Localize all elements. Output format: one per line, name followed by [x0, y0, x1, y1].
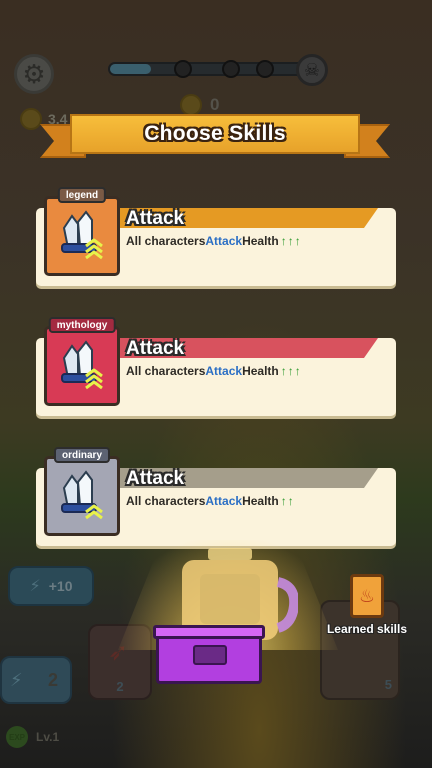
desc-prefix: All characters	[126, 364, 206, 378]
skill-icon-frame: mythology	[44, 317, 120, 406]
up-arrows: ↑↑↑	[280, 234, 302, 248]
coin-icon	[20, 108, 42, 130]
exp-badge: EXP	[6, 726, 28, 748]
page-title: Choose Skills	[144, 122, 286, 145]
top-coin-counter: 0	[180, 94, 219, 116]
gear-icon: ⚙	[22, 58, 46, 89]
player-level: EXP Lv.1	[6, 726, 59, 748]
desc-suffix: Health	[242, 234, 279, 248]
skill-icon-frame: legend	[44, 187, 120, 276]
rarity-tag: mythology	[48, 317, 116, 333]
banner-body: Choose Skills	[70, 114, 360, 154]
desc-keyword: Attack	[205, 494, 243, 508]
crystal-sword-icon	[61, 210, 103, 260]
rarity-tag: ordinary	[53, 447, 111, 463]
rocket-card-count: 2	[116, 679, 124, 694]
wave-progress-fill	[110, 64, 152, 74]
skill-description: All charactersAttackHealth ↑↑↑	[126, 364, 302, 378]
up-arrows: ↑↑	[280, 494, 295, 508]
rarity-tag: legend	[57, 187, 107, 203]
desc-suffix: Health	[242, 364, 279, 378]
learned-skills-label: Learned skills	[326, 622, 408, 636]
choose-skills-banner: Choose Skills	[40, 114, 390, 160]
energy-bonus-label: +10	[48, 578, 73, 594]
skill-chest[interactable]	[153, 625, 265, 684]
skill-card[interactable]: mythology Attack All charactersAttackHea…	[36, 317, 396, 416]
skill-description: All charactersAttackHealth ↑↑↑	[126, 234, 302, 248]
desc-prefix: All characters	[126, 234, 206, 248]
skill-card[interactable]: ordinary Attack All charactersAttackHeal…	[36, 447, 396, 546]
level-label: Lv.1	[36, 730, 60, 744]
skill-card[interactable]: legend Attack All charactersAttackHealth…	[36, 187, 396, 286]
lightning-icon: ⚡	[10, 669, 23, 690]
skill-description: All charactersAttackHealth ↑↑	[126, 494, 295, 508]
desc-suffix: Health	[242, 494, 279, 508]
desc-keyword: Attack	[205, 234, 243, 248]
skill-icon-frame: ordinary	[44, 447, 120, 536]
wave-marker	[174, 60, 192, 78]
chest-lid	[153, 625, 265, 639]
wave-marker	[256, 60, 274, 78]
right-card-count: 5	[384, 677, 392, 692]
skill-name: Attack	[126, 208, 185, 229]
coin-icon	[180, 94, 202, 116]
lightning-icon: ⚡	[29, 578, 41, 595]
settings-button[interactable]: ⚙	[14, 54, 54, 94]
hero-card[interactable]: ⚡ 2	[0, 656, 72, 704]
energy-bonus-button[interactable]: ⚡ +10	[8, 566, 94, 606]
chest-lock	[193, 645, 227, 665]
learned-skills-button[interactable]: ♨ Learned skills	[322, 574, 412, 644]
desc-keyword: Attack	[205, 364, 243, 378]
skull-icon: ☠	[296, 54, 328, 86]
wave-progress-bar	[108, 60, 318, 78]
top-coin-count: 0	[210, 95, 220, 114]
hero-card-count: 2	[47, 669, 58, 690]
skill-name: Attack	[126, 468, 185, 489]
crystal-sword-icon	[61, 470, 103, 520]
desc-prefix: All characters	[126, 494, 206, 508]
spellbook-icon: ♨	[350, 574, 384, 618]
crystal-sword-icon	[61, 340, 103, 390]
up-arrows: ↑↑↑	[280, 364, 302, 378]
skill-name: Attack	[126, 338, 185, 359]
wave-marker	[222, 60, 240, 78]
